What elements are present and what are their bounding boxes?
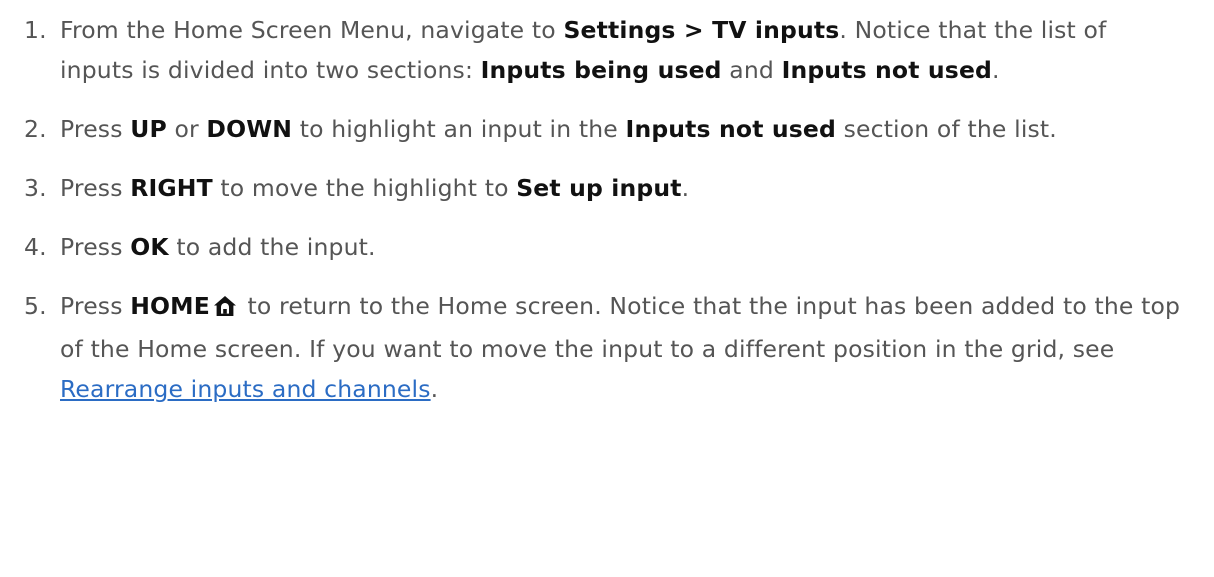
step-text-segment: Press xyxy=(60,174,131,202)
step-1: 1. From the Home Screen Menu, navigate to… xyxy=(24,10,1184,90)
step-text: Press HOME to return to the Home screen.… xyxy=(60,286,1184,409)
step-text-segment: From the Home Screen Menu, navigate to xyxy=(60,16,564,44)
emphasis-term: Inputs being used xyxy=(480,56,722,84)
step-text-segment: section of the list. xyxy=(836,115,1057,143)
step-number: 2. xyxy=(24,115,47,143)
step-text-segment: to add the input. xyxy=(168,233,376,261)
step-text-segment: Press xyxy=(60,233,131,261)
emphasis-term: Inputs not used xyxy=(781,56,993,84)
emphasis-term: RIGHT xyxy=(130,174,213,202)
step-text-segment: . xyxy=(681,174,690,202)
emphasis-term: DOWN xyxy=(206,115,293,143)
emphasis-term: Inputs not used xyxy=(625,115,836,143)
step-number: 5. xyxy=(24,292,47,320)
step-3: 3. Press RIGHT to move the highlight to S… xyxy=(24,168,1184,208)
home-icon xyxy=(213,289,237,329)
step-text-segment: . xyxy=(430,375,439,403)
step-number: 3. xyxy=(24,174,47,202)
step-text: From the Home Screen Menu, navigate to S… xyxy=(60,10,1184,90)
step-number: 4. xyxy=(24,233,47,261)
step-text: Press UP or DOWN to highlight an input i… xyxy=(60,109,1184,149)
emphasis-term: Set up input xyxy=(516,174,682,202)
step-text: Press OK to add the input. xyxy=(60,227,1184,267)
step-text-segment: Press xyxy=(60,115,131,143)
step-text-segment: . xyxy=(992,56,1000,84)
step-text-segment: or xyxy=(166,115,207,143)
rearrange-inputs-link[interactable]: Rearrange inputs and channels xyxy=(60,375,431,403)
step-2: 2. Press UP or DOWN to highlight an input… xyxy=(24,109,1184,149)
step-number: 1. xyxy=(24,16,47,44)
emphasis-term: OK xyxy=(130,233,169,261)
step-text-segment: to move the highlight to xyxy=(212,174,517,202)
step-5: 5. Press HOME to return to the Home scree… xyxy=(24,286,1184,409)
step-text-segment: to highlight an input in the xyxy=(292,115,626,143)
emphasis-term: Settings > TV inputs xyxy=(563,16,840,44)
instruction-steps: 1. From the Home Screen Menu, navigate to… xyxy=(0,0,1214,409)
step-text-segment: and xyxy=(721,56,782,84)
step-text-segment: Press xyxy=(60,292,131,320)
emphasis-term: HOME xyxy=(130,292,210,320)
step-text: Press RIGHT to move the highlight to Set… xyxy=(60,168,1184,208)
emphasis-term: UP xyxy=(130,115,167,143)
step-4: 4. Press OK to add the input. xyxy=(24,227,1184,267)
